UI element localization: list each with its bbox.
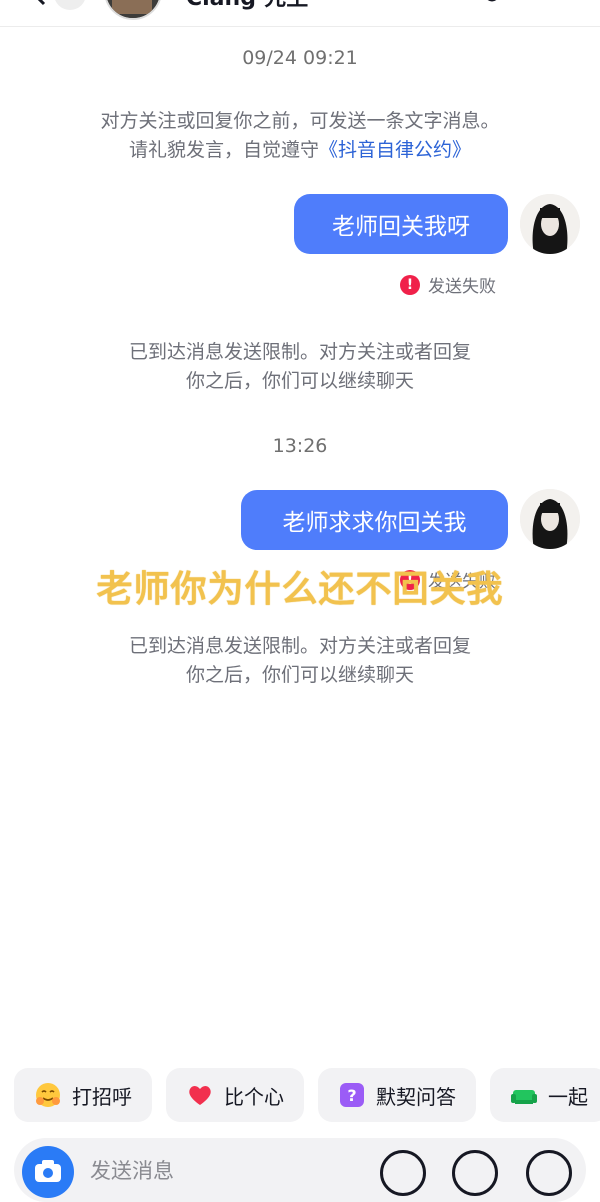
sent-message-bubble[interactable]: 老师回关我呀 [294,194,508,254]
emoji-icon[interactable] [452,1150,498,1196]
back-arrow-icon[interactable] [30,0,50,6]
heart-icon [189,1086,211,1105]
avatar-photo-icon [520,489,580,549]
avatar-photo-icon [106,0,160,18]
limit-notice: 已到达消息发送限制。对方关注或者回复 你之后，你们可以继续聊天 [0,632,600,690]
overlay-caption: 老师你为什么还不回关我 [96,569,504,610]
limit-notice: 已到达消息发送限制。对方关注或者回复 你之后，你们可以继续聊天 [0,338,600,396]
chip-label: 打招呼 [72,1084,132,1109]
quick-reply-chips: 打招呼 比个心 ? 默契问答 一起 [14,1068,600,1122]
chat-header: Ciang·先生 [0,0,600,27]
notice-line: 已到达消息发送限制。对方关注或者回复 [128,341,471,363]
system-notice: 对方关注或回复你之前，可发送一条文字消息。 请礼貌发言，自觉遵守《抖音自律公约》 [0,107,600,165]
send-failed-label: 发送失败 [428,277,496,297]
add-icon[interactable] [526,1150,572,1196]
send-failed-status[interactable]: ! 发送失败 [400,272,496,297]
notice-line: 对方关注或回复你之前，可发送一条文字消息。 [100,110,500,132]
notice-line: 请礼貌发言，自觉遵守《抖音自律公约》 [0,136,600,165]
notice-line: 你之后，你们可以继续聊天 [185,664,414,686]
chip-greet[interactable]: 打招呼 [14,1068,152,1122]
message-input-bar [14,1138,586,1202]
more-options-icon[interactable] [476,0,508,8]
message-input[interactable] [90,1156,350,1186]
chip-label: 默契问答 [376,1084,456,1109]
sofa-icon [511,1090,537,1104]
chip-heart[interactable]: 比个心 [166,1068,304,1122]
header-circle-button[interactable] [54,0,86,10]
camera-button[interactable] [22,1146,74,1198]
timestamp: 13:26 [272,435,328,457]
chip-label: 一起 [548,1084,588,1109]
hug-emoji-icon [36,1083,60,1107]
sent-message-bubble[interactable]: 老师求求你回关我 [241,490,508,550]
chip-together[interactable]: 一起 [490,1068,600,1122]
camera-icon [35,1160,61,1182]
my-avatar[interactable] [520,489,580,549]
notice-line: 已到达消息发送限制。对方关注或者回复 [128,635,471,657]
svg-text:?: ? [347,1086,356,1105]
chat-title: Ciang·先生 [186,0,308,12]
chip-label: 比个心 [224,1084,284,1109]
notice-text: 请礼貌发言，自觉遵守 [128,139,319,161]
timestamp: 09/24 09:21 [242,47,358,69]
my-avatar[interactable] [520,194,580,254]
voice-icon[interactable] [380,1150,426,1196]
header-avatar[interactable] [104,0,162,20]
error-icon: ! [400,274,420,295]
avatar-photo-icon [520,194,580,254]
chip-quiz[interactable]: ? 默契问答 [318,1068,476,1122]
community-guidelines-link[interactable]: 《抖音自律公约》 [319,139,471,161]
question-badge-icon: ? [340,1083,364,1107]
notice-line: 你之后，你们可以继续聊天 [185,370,414,392]
